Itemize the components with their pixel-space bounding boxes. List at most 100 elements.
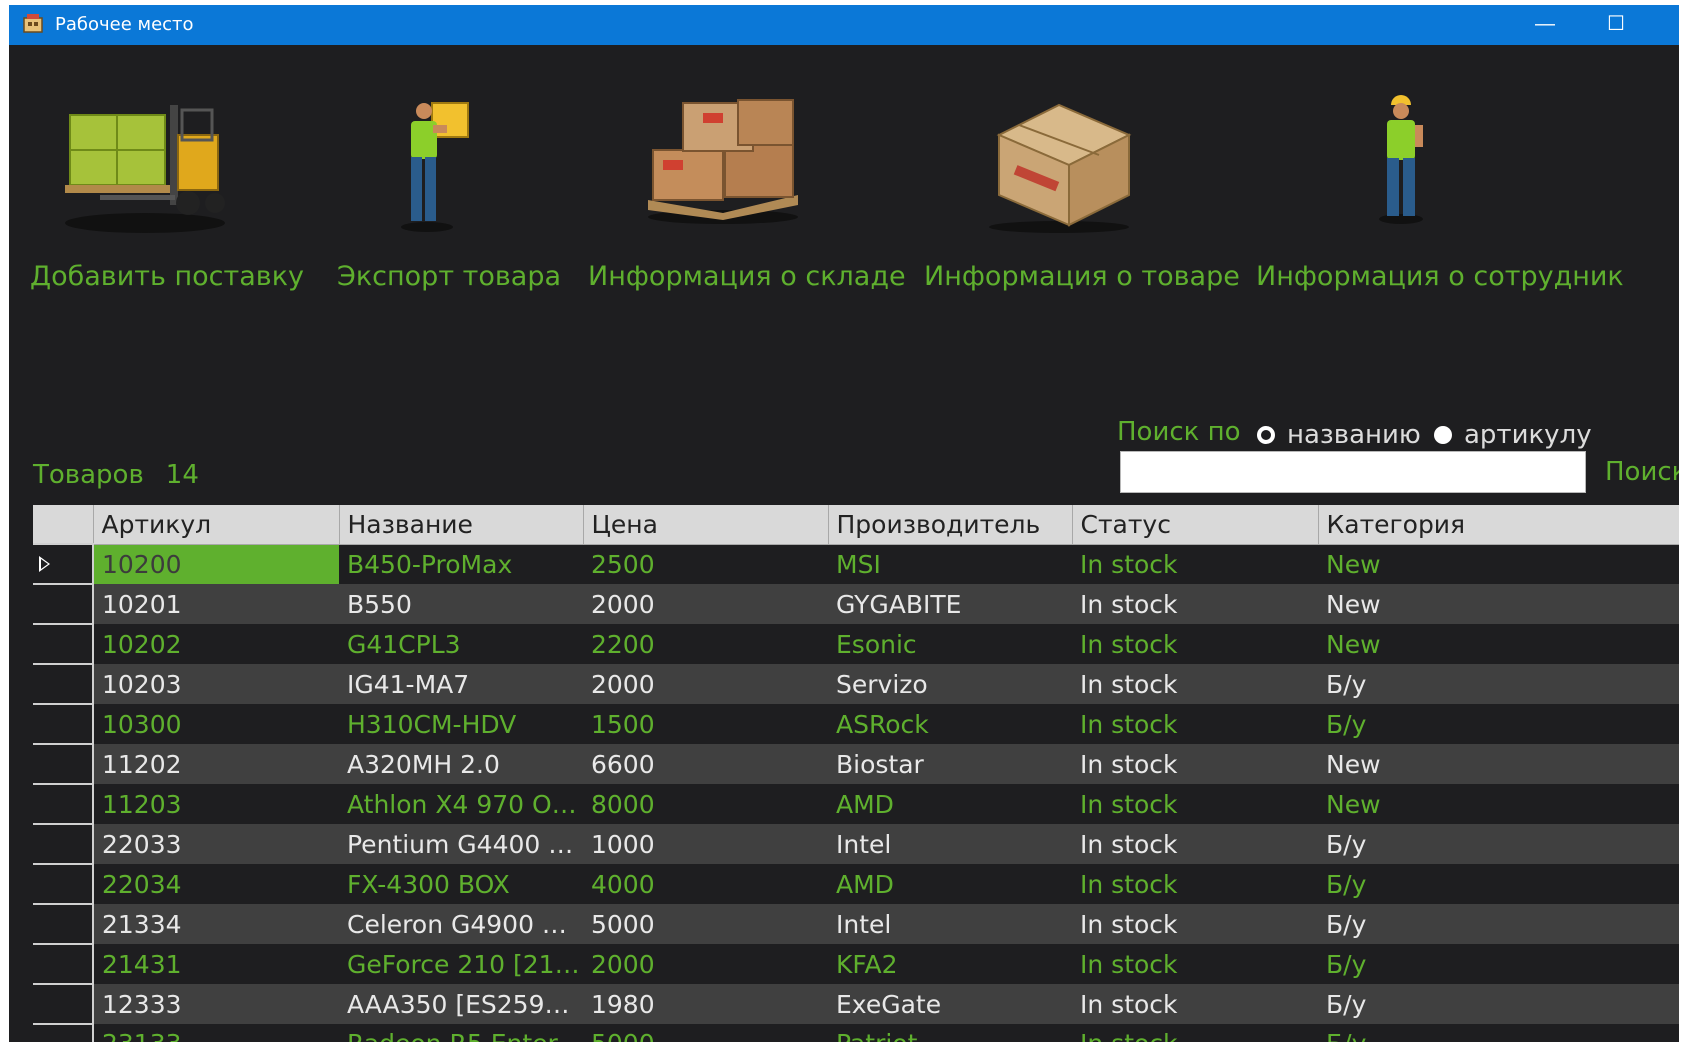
cell-status[interactable]: In stock (1072, 864, 1318, 904)
products-grid[interactable]: Артикул Название Цена Производитель Стат… (33, 505, 1679, 1042)
table-row[interactable]: 10202 G41CPL3 2200 Esonic In stock New (33, 623, 1679, 664)
cell-article[interactable]: 10201 (93, 584, 339, 624)
cell-category[interactable]: Б/у (1318, 1024, 1679, 1042)
cell-name[interactable]: B550 (339, 584, 583, 624)
cell-status[interactable]: In stock (1072, 1024, 1318, 1042)
cell-manufacturer[interactable]: Biostar (828, 744, 1072, 784)
cell-manufacturer[interactable]: ExeGate (828, 984, 1072, 1024)
cell-name[interactable]: B450-ProMax (339, 544, 583, 584)
column-header-status[interactable]: Статус (1072, 505, 1319, 545)
cell-manufacturer[interactable]: ASRock (828, 704, 1072, 744)
cell-category[interactable]: Б/у (1318, 984, 1679, 1024)
table-row[interactable]: 22033 Pentium G4400 OE... 1000 Intel In stoc… (33, 823, 1679, 864)
cell-name[interactable]: Celeron G4900 OEM (339, 904, 583, 944)
cell-category[interactable]: New (1318, 584, 1679, 624)
cell-manufacturer[interactable]: GYGABITE (828, 584, 1072, 624)
cell-price[interactable]: 2000 (583, 584, 828, 624)
cell-price[interactable]: 5000 (583, 904, 828, 944)
column-header-name[interactable]: Название (339, 505, 584, 545)
cell-status[interactable]: In stock (1072, 664, 1318, 704)
cell-status[interactable]: In stock (1072, 944, 1318, 984)
cell-price[interactable]: 1500 (583, 704, 828, 744)
row-header[interactable] (33, 783, 94, 824)
row-header[interactable] (33, 543, 94, 584)
cell-name[interactable]: IG41-MA7 (339, 664, 583, 704)
cell-category[interactable]: New (1318, 624, 1679, 664)
cell-article[interactable]: 22033 (93, 824, 339, 864)
table-row[interactable]: 10201 B550 2000 GYGABITE In stock New (33, 583, 1679, 624)
cell-article[interactable]: 21431 (93, 944, 339, 984)
title-bar[interactable]: Рабочее место — ☐ (9, 5, 1679, 45)
row-header[interactable] (33, 903, 94, 944)
cell-category[interactable]: Б/у (1318, 864, 1679, 904)
row-header[interactable] (33, 703, 94, 744)
table-row[interactable]: 21334 Celeron G4900 OEM 5000 Intel In stock Б… (33, 903, 1679, 944)
row-header[interactable] (33, 583, 94, 624)
cell-article[interactable]: 22034 (93, 864, 339, 904)
cell-category[interactable]: Б/у (1318, 904, 1679, 944)
cell-article[interactable]: 10300 (93, 704, 339, 744)
row-header[interactable] (33, 1023, 94, 1042)
cell-status[interactable]: In stock (1072, 584, 1318, 624)
cell-manufacturer[interactable]: Patriot (828, 1024, 1072, 1042)
table-row[interactable]: 12333AAA350 [ES259589...1980ExeGateIn st… (33, 983, 1679, 1024)
column-header-article[interactable]: Артикул (93, 505, 340, 545)
column-header-manufacturer[interactable]: Производитель (828, 505, 1073, 545)
cell-category[interactable]: New (1318, 544, 1679, 584)
row-header[interactable] (33, 823, 94, 864)
row-header[interactable] (33, 663, 94, 704)
cell-article[interactable]: 11202 (93, 744, 339, 784)
cell-article[interactable]: 11203 (93, 784, 339, 824)
cell-price[interactable]: 6600 (583, 744, 828, 784)
cell-article[interactable]: 23133 (93, 1024, 339, 1042)
cell-status[interactable]: In stock (1072, 984, 1318, 1024)
cell-status[interactable]: In stock (1072, 904, 1318, 944)
maximize-button[interactable]: ☐ (1593, 5, 1639, 45)
search-input[interactable] (1120, 451, 1586, 493)
cell-name[interactable]: G41CPL3 (339, 624, 583, 664)
cell-price[interactable]: 8000 (583, 784, 828, 824)
row-header[interactable] (33, 623, 94, 664)
cell-price[interactable]: 2000 (583, 664, 828, 704)
cell-name[interactable]: Pentium G4400 OE... (339, 824, 583, 864)
row-header[interactable] (33, 983, 94, 1024)
cell-category[interactable]: New (1318, 784, 1679, 824)
cell-name[interactable]: AAA350 [ES259589... (339, 984, 583, 1024)
cell-category[interactable]: Б/у (1318, 704, 1679, 744)
table-row[interactable]: 23133Radeon R5 Enterta...5000PatriotIn s… (33, 1023, 1679, 1042)
cell-status[interactable]: In stock (1072, 824, 1318, 864)
table-row[interactable]: 10300 H310CM-HDV 1500 ASRock In stock Б/у (33, 703, 1679, 744)
cell-status[interactable]: In stock (1072, 704, 1318, 744)
cell-category[interactable]: New (1318, 744, 1679, 784)
radio-button[interactable] (1257, 426, 1275, 444)
cell-manufacturer[interactable]: Intel (828, 904, 1072, 944)
cell-name[interactable]: GeForce 210 [21G... (339, 944, 583, 984)
cell-category[interactable]: Б/у (1318, 944, 1679, 984)
cell-category[interactable]: Б/у (1318, 664, 1679, 704)
cell-price[interactable]: 2200 (583, 624, 828, 664)
cell-status[interactable]: In stock (1072, 624, 1318, 664)
cell-name[interactable]: FX-4300 BOX (339, 864, 583, 904)
cell-article[interactable]: 21334 (93, 904, 339, 944)
row-header[interactable] (33, 863, 94, 904)
cell-name[interactable]: A320MH 2.0 (339, 744, 583, 784)
row-header[interactable] (33, 743, 94, 784)
cell-article[interactable]: 10202 (93, 624, 339, 664)
search-button[interactable]: Поиск (1605, 457, 1679, 487)
cell-price[interactable]: 5000 (583, 1024, 828, 1042)
minimize-button[interactable]: — (1522, 5, 1568, 45)
cell-article[interactable]: 12333 (93, 984, 339, 1024)
column-header-category[interactable]: Категория (1318, 505, 1679, 545)
cell-article[interactable]: 10200 (93, 544, 339, 584)
table-row[interactable]: 22034 FX-4300 BOX 4000 AMD In stock Б/у (33, 863, 1679, 904)
cell-manufacturer[interactable]: AMD (828, 784, 1072, 824)
radio-by-name[interactable]: названию (1257, 420, 1421, 450)
cell-status[interactable]: In stock (1072, 544, 1318, 584)
cell-status[interactable]: In stock (1072, 784, 1318, 824)
table-row[interactable]: 11202 A320MH 2.0 6600 Biostar In stock New (33, 743, 1679, 784)
cell-price[interactable]: 1980 (583, 984, 828, 1024)
cell-manufacturer[interactable]: Esonic (828, 624, 1072, 664)
radio-button[interactable] (1434, 426, 1452, 444)
grid-corner[interactable] (33, 505, 94, 545)
column-header-price[interactable]: Цена (583, 505, 829, 545)
